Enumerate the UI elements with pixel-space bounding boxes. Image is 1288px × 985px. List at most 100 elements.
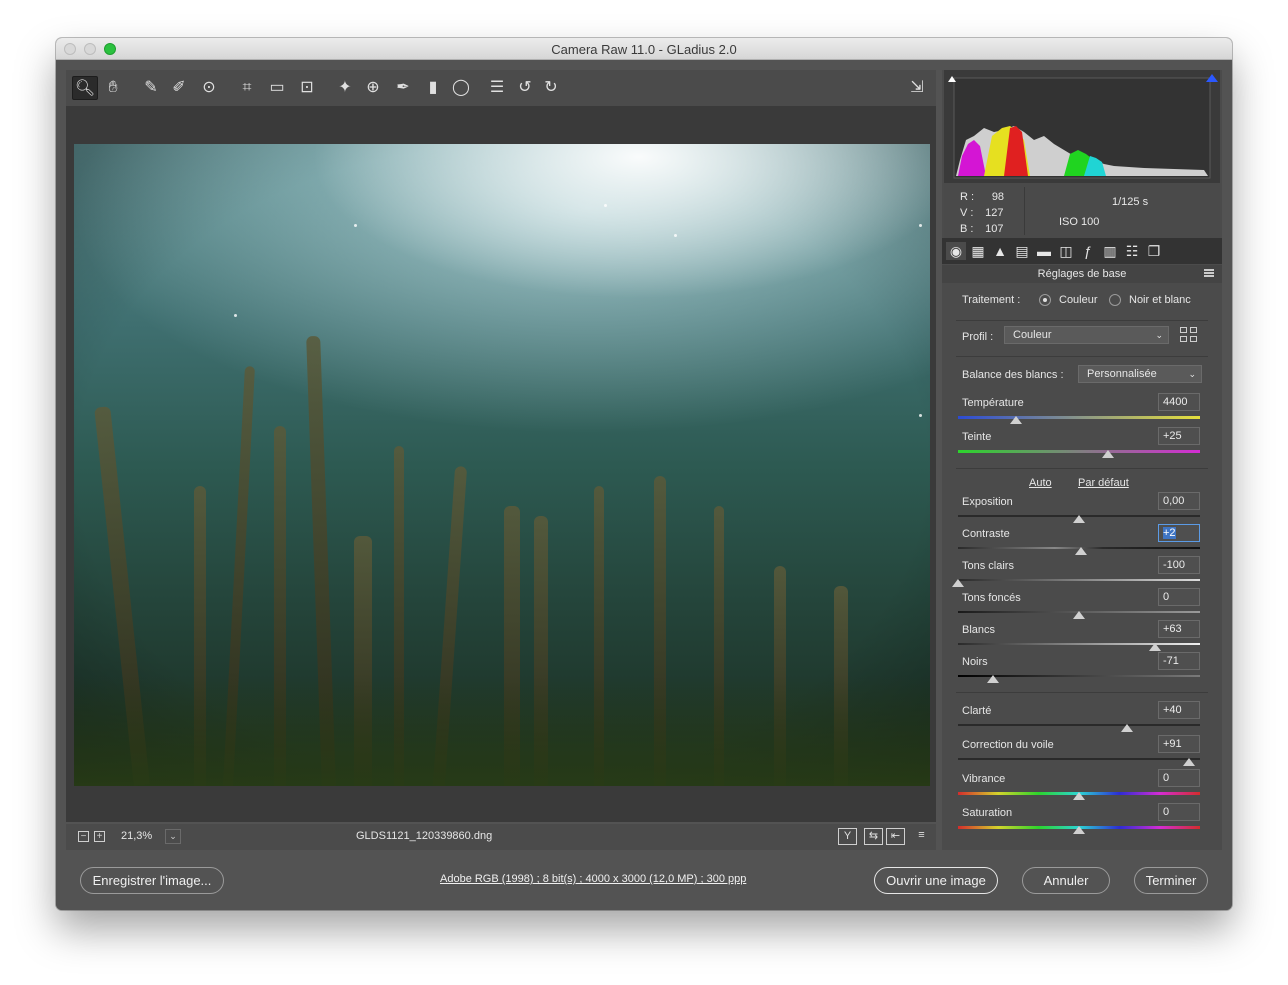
saturation-slider[interactable] xyxy=(958,823,1200,834)
toggle-settings-button[interactable]: ≡ xyxy=(912,828,931,845)
contraste-slider-thumb[interactable] xyxy=(1075,547,1088,555)
camera-raw-window: Camera Raw 11.0 - GLadius 2.0 🔍︎ ✋︎ ✎ ✐ … xyxy=(56,38,1232,910)
tons-fonces-slider[interactable] xyxy=(958,608,1200,619)
teinte-slider[interactable] xyxy=(958,447,1200,458)
open-image-button[interactable]: Ouvrir une image xyxy=(874,867,998,894)
white-balance-tool-icon[interactable]: ✎ xyxy=(138,76,164,100)
red-eye-icon[interactable]: ⊕ xyxy=(360,76,386,100)
profil-label: Profil : xyxy=(962,331,994,343)
exposition-value[interactable]: 0,00 xyxy=(1158,492,1200,510)
straighten-tool-icon[interactable]: ▭ xyxy=(264,76,290,100)
noirs-slider-thumb[interactable] xyxy=(987,675,1000,683)
detail-tab-icon[interactable]: ▲ xyxy=(990,242,1010,260)
save-image-button[interactable]: Enregistrer l'image... xyxy=(80,867,224,894)
couleur-radio-label: Couleur xyxy=(1059,294,1098,306)
contraste-label: Contraste xyxy=(962,528,1010,540)
teinte-slider-thumb[interactable] xyxy=(1102,450,1115,458)
crop-tool-icon[interactable]: ⌗ xyxy=(234,76,260,100)
exposition-slider-thumb[interactable] xyxy=(1073,515,1085,523)
blancs-slider[interactable] xyxy=(958,640,1200,651)
zoom-tool-icon[interactable]: 🔍︎ xyxy=(72,76,98,100)
exposition-label: Exposition xyxy=(962,496,1013,508)
workflow-options-link[interactable]: Adobe RGB (1998) ; 8 bit(s) ; 4000 x 300… xyxy=(440,873,746,885)
contraste-slider[interactable] xyxy=(958,544,1200,555)
footer-bar: Enregistrer l'image... Adobe RGB (1998) … xyxy=(56,850,1232,910)
before-after-view-button[interactable]: Y xyxy=(838,828,857,845)
hsl-tab-icon[interactable]: ▤ xyxy=(1012,242,1032,260)
noirs-slider[interactable] xyxy=(958,672,1200,683)
lens-tab-icon[interactable]: ◫ xyxy=(1056,242,1076,260)
radial-filter-icon[interactable]: ◯ xyxy=(448,76,474,100)
tons-clairs-value[interactable]: -100 xyxy=(1158,556,1200,574)
saturation-slider-thumb[interactable] xyxy=(1073,826,1085,834)
basic-tab-icon[interactable]: ◉ xyxy=(946,242,966,260)
temperature-value[interactable]: 4400 xyxy=(1158,393,1200,411)
clarte-slider[interactable] xyxy=(958,721,1200,732)
spot-removal-icon[interactable]: ✦ xyxy=(332,76,358,100)
traitement-label: Traitement : xyxy=(962,294,1021,306)
couleur-radio[interactable] xyxy=(1039,294,1051,306)
tons-fonces-value[interactable]: 0 xyxy=(1158,588,1200,606)
vibrance-slider[interactable] xyxy=(958,789,1200,800)
teinte-value[interactable]: +25 xyxy=(1158,427,1200,445)
adjustment-brush-icon[interactable]: ✒ xyxy=(390,76,416,100)
temperature-slider-thumb[interactable] xyxy=(1010,416,1023,424)
effects-tab-icon[interactable]: ƒ xyxy=(1078,242,1098,260)
voile-slider-thumb[interactable] xyxy=(1183,758,1196,766)
preferences-export-icon[interactable]: ⇲ xyxy=(904,76,930,100)
zoom-in-button[interactable]: + xyxy=(94,831,105,842)
blancs-slider-thumb[interactable] xyxy=(1149,643,1162,651)
rotate-left-icon[interactable]: ↺ xyxy=(512,76,538,100)
clarte-slider-thumb[interactable] xyxy=(1121,724,1134,732)
histogram-graph xyxy=(948,74,1218,179)
blancs-value[interactable]: +63 xyxy=(1158,620,1200,638)
section-title: Réglages de base xyxy=(942,265,1222,283)
saturation-value[interactable]: 0 xyxy=(1158,803,1200,821)
title-bar: Camera Raw 11.0 - GLadius 2.0 xyxy=(56,38,1232,60)
presets-list-icon[interactable]: ☰ xyxy=(484,76,510,100)
voile-value[interactable]: +91 xyxy=(1158,735,1200,753)
panel-tabs: ◉ ▦ ▲ ▤ ▬ ◫ ƒ ▥ ☷ ❐ xyxy=(942,238,1222,264)
transform-tool-icon[interactable]: ⊡ xyxy=(294,76,320,100)
noirs-value[interactable]: -71 xyxy=(1158,652,1200,670)
profile-browser-icon[interactable] xyxy=(1180,327,1198,343)
preview-image xyxy=(74,144,930,786)
rgb-values: R :98 V :127 B :107 xyxy=(960,191,1005,235)
split-toning-tab-icon[interactable]: ▬ xyxy=(1034,242,1054,260)
swap-settings-button[interactable]: ⇆ xyxy=(864,828,883,845)
temperature-slider[interactable] xyxy=(958,413,1200,424)
vibrance-label: Vibrance xyxy=(962,773,1006,785)
tons-clairs-slider-thumb[interactable] xyxy=(952,579,964,587)
par-defaut-link[interactable]: Par défaut xyxy=(1078,477,1129,489)
zoom-out-button[interactable]: − xyxy=(78,831,89,842)
auto-link[interactable]: Auto xyxy=(1029,477,1052,489)
snapshots-tab-icon[interactable]: ❐ xyxy=(1144,242,1164,260)
voile-slider[interactable] xyxy=(958,755,1200,766)
clarte-value[interactable]: +40 xyxy=(1158,701,1200,719)
targeted-adjustment-icon[interactable]: ⊙ xyxy=(196,76,222,100)
presets-tab-icon[interactable]: ☷ xyxy=(1122,242,1142,260)
temperature-label: Température xyxy=(962,397,1024,409)
saturation-label: Saturation xyxy=(962,807,1013,819)
profil-dropdown[interactable]: Couleur ⌄ xyxy=(1004,326,1169,344)
vibrance-value[interactable]: 0 xyxy=(1158,769,1200,787)
noir-blanc-radio[interactable] xyxy=(1109,294,1121,306)
color-sampler-tool-icon[interactable]: ✐ xyxy=(166,76,192,100)
exposition-slider[interactable] xyxy=(958,512,1200,523)
wb-dropdown[interactable]: Personnalisée ⌄ xyxy=(1078,365,1202,383)
image-canvas[interactable] xyxy=(66,106,936,822)
contraste-value[interactable]: +2 xyxy=(1158,524,1200,542)
rotate-right-icon[interactable]: ↻ xyxy=(538,76,564,100)
hand-tool-icon[interactable]: ✋︎ xyxy=(100,76,126,100)
done-button[interactable]: Terminer xyxy=(1134,867,1208,894)
tons-fonces-slider-thumb[interactable] xyxy=(1073,611,1085,619)
zoom-dropdown[interactable]: ⌄ xyxy=(165,829,181,844)
graduated-filter-icon[interactable]: ▮ xyxy=(420,76,446,100)
tone-curve-tab-icon[interactable]: ▦ xyxy=(968,242,988,260)
copy-settings-button[interactable]: ⇤ xyxy=(886,828,905,845)
panel-menu-icon[interactable] xyxy=(1204,269,1214,277)
tons-clairs-slider[interactable] xyxy=(952,576,1200,587)
camera-calibration-tab-icon[interactable]: ▥ xyxy=(1100,242,1120,260)
vibrance-slider-thumb[interactable] xyxy=(1073,792,1085,800)
cancel-button[interactable]: Annuler xyxy=(1022,867,1110,894)
